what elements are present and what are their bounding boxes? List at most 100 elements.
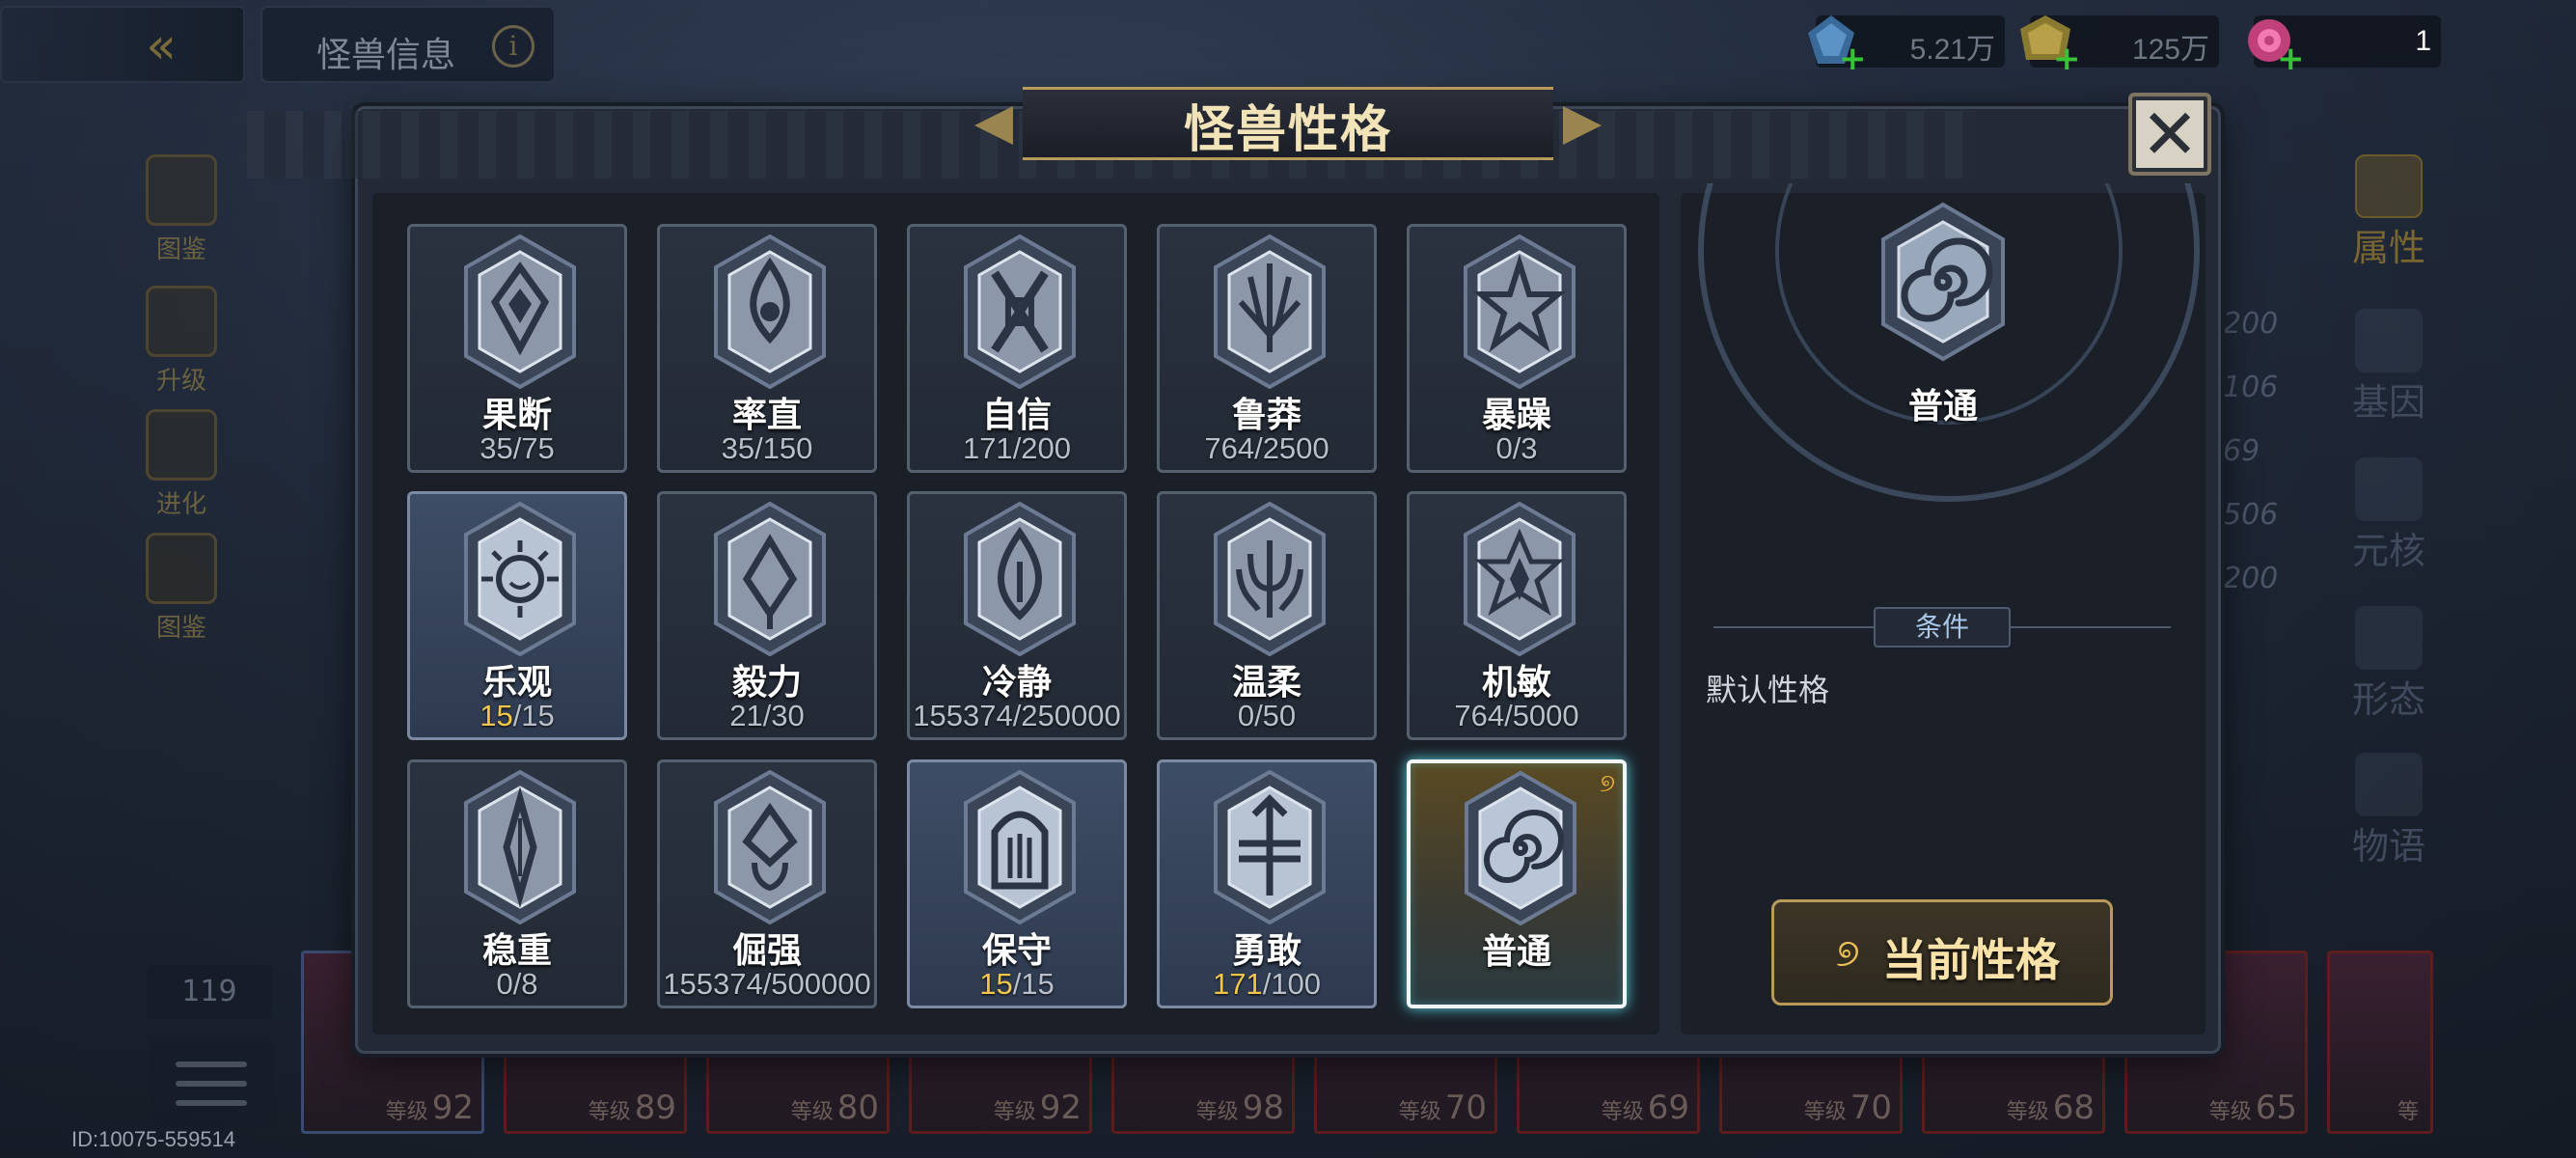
trait-progress: 35/150 [660,431,874,466]
trait-card[interactable]: 勇敢 171/100 [1157,759,1377,1008]
back-button[interactable]: « [0,6,245,83]
level-value: 92 [431,1089,474,1127]
sidebar-item-label: 升级 [155,367,206,396]
trait-card[interactable]: 冷静 155374/250000 [907,491,1127,740]
trait-card[interactable]: 果断 35/75 [407,224,627,473]
trait-card[interactable]: 毅力 21/30 [657,491,877,740]
diamond-sprout-icon [714,502,826,656]
helmet-icon [964,770,1076,924]
camera-icon [2355,753,2423,816]
progress-current: 155374 [663,967,763,1001]
trait-name: 暴躁 [1481,396,1551,435]
monster-info-tab[interactable]: 怪兽信息 i [260,6,556,83]
currency-special[interactable]: + 1 [2248,15,2441,75]
progress-current: 0 [496,967,513,1001]
add-icon[interactable]: + [1839,42,1867,75]
progress-max: /15 [512,699,555,732]
detail-trait-name: 普通 [1907,387,1978,427]
progress-current: 35 [480,431,513,465]
tab-label: 基因 [2351,381,2425,424]
progress-max: /200 [1012,431,1072,465]
tab-form[interactable]: 形态 [2341,606,2437,723]
trait-name: 机敏 [1481,663,1551,703]
level-label: 等级 [2208,1100,2252,1124]
add-icon[interactable]: + [2053,42,2081,75]
trait-progress: 764/5000 [1410,699,1624,733]
trait-name: 稳重 [481,931,552,971]
trait-card[interactable]: 稳重 0/8 [407,759,627,1008]
trait-card[interactable]: 乐观 15/15 [407,491,627,740]
stat-value: 506 [2223,498,2279,532]
progress-max: /250000 [1012,699,1121,732]
water-drop-icon [964,502,1076,656]
trait-card[interactable]: 机敏 764/5000 [1407,491,1627,740]
trait-name: 自信 [981,396,1052,435]
level-label: 等 [2397,1100,2419,1124]
currency-gems[interactable]: + 5.21万 [1808,15,2005,75]
trait-progress: 155374/500000 [660,967,874,1002]
sidebar-item-2[interactable]: 升级 [135,286,228,397]
level-label: 等级 [1803,1100,1847,1124]
spike-icon [464,770,576,924]
stat-value: 69 [2223,434,2261,468]
trait-progress: 15/15 [910,967,1124,1002]
sidebar-item-3[interactable]: 进化 [135,409,228,520]
trait-progress: 0/8 [410,967,624,1002]
stat-value: 106 [2223,371,2279,404]
trait-name: 温柔 [1231,663,1302,703]
trait-name: 冷静 [981,663,1052,703]
trait-progress: 764/2500 [1160,431,1374,466]
smiling-sun-icon [464,502,576,656]
tab-genes[interactable]: 基因 [2341,309,2437,426]
form-icon [2355,606,2423,670]
progress-max: /50 [1254,699,1297,732]
list-menu-button[interactable] [150,1040,273,1127]
tab-attributes[interactable]: 属性 [2341,154,2437,271]
add-icon[interactable]: + [2277,42,2305,75]
level-value: 80 [836,1089,879,1127]
progress-max: /30 [762,699,805,732]
trait-name: 毅力 [731,663,802,703]
progress-max: /8 [512,967,538,1001]
tab-label: 形态 [2351,678,2425,721]
trait-card[interactable]: 保守 15/15 [907,759,1127,1008]
trait-card[interactable]: 自信 171/200 [907,224,1127,473]
trait-card[interactable]: 鲁莽 764/2500 [1157,224,1377,473]
close-button[interactable]: ✕ [2128,93,2211,176]
sidebar-item-label: 图鉴 [155,235,206,264]
progress-current: 15 [979,967,1013,1001]
trait-card[interactable]: 倔强 155374/500000 [657,759,877,1008]
trait-progress: 0/3 [1410,431,1624,466]
trait-progress: 21/30 [660,699,874,733]
trait-progress: 171/100 [1160,967,1374,1002]
tab-core[interactable]: 元核 [2341,457,2437,574]
current-personality-button[interactable]: ୭ 当前性格 [1771,899,2113,1006]
progress-current: 0 [1237,699,1255,732]
flask-icon [146,409,217,481]
trait-card[interactable]: ୭ 普通 [1407,759,1627,1008]
swirl-icon: ୭ [1836,931,1860,976]
trait-card[interactable]: 暴躁 0/3 [1407,224,1627,473]
trait-card[interactable]: 率直 35/150 [657,224,877,473]
sidebar-item-label: 图鉴 [155,614,206,643]
trait-name: 鲁莽 [1231,396,1302,435]
current-swirl-icon: ୭ [1600,769,1615,798]
trait-card[interactable]: 温柔 0/50 [1157,491,1377,740]
level-label: 等级 [1601,1100,1644,1124]
progress-current: 764 [1454,699,1505,732]
lock-icon [146,154,217,226]
current-personality-label: 当前性格 [1882,934,2060,986]
trait-progress: 35/75 [410,431,624,466]
info-icon[interactable]: i [492,25,534,68]
monster-card[interactable]: 等 [2327,951,2433,1134]
hex-star-icon [1464,502,1576,656]
modal-title: 怪兽性格 [1183,101,1392,159]
core-icon [2355,457,2423,521]
level-label: 等级 [790,1100,834,1124]
sidebar-item-1[interactable]: 图鉴 [135,154,228,265]
currency-coins[interactable]: + 125万 [2020,15,2219,75]
tab-label: 属性 [2351,227,2425,269]
tab-story[interactable]: 物语 [2341,753,2437,869]
sidebar-item-4[interactable]: 图鉴 [135,533,228,644]
progress-current: 171 [962,431,1013,465]
